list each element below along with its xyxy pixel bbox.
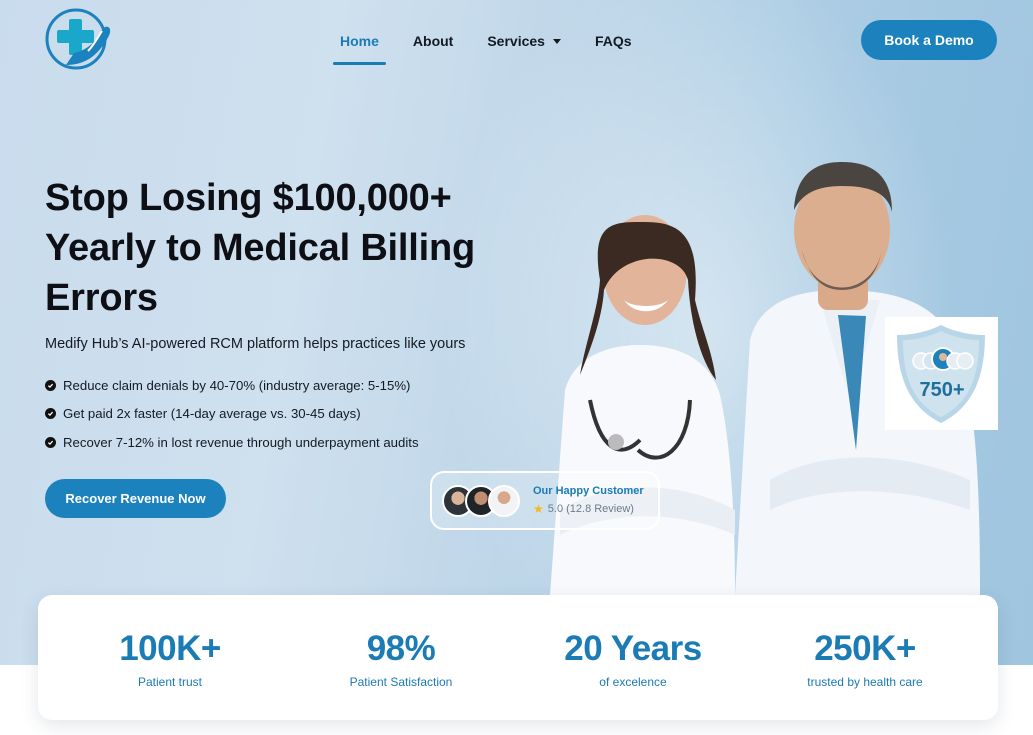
stat-value: 250K+	[814, 629, 916, 668]
stat-label: of excelence	[599, 675, 667, 689]
stat-patient-satisfaction: 98% Patient Satisfaction	[326, 595, 476, 689]
chevron-down-icon	[552, 39, 561, 44]
stat-value: 98%	[366, 629, 436, 668]
benefit-item: Reduce claim denials by 40-70% (industry…	[45, 371, 419, 400]
hero-subhead: Medify Hub’s AI-powered RCM platform hel…	[45, 336, 466, 352]
recover-revenue-button[interactable]: Recover Revenue Now	[45, 479, 226, 518]
avatar	[488, 484, 520, 517]
nav-services-label: Services	[487, 33, 545, 49]
stat-label: trusted by health care	[807, 675, 923, 689]
stats-card: 100K+ Patient trust 98% Patient Satisfac…	[38, 595, 998, 720]
badge-value: 750+	[919, 379, 964, 401]
check-circle-icon	[45, 436, 56, 448]
check-circle-icon	[45, 408, 56, 420]
nav-home[interactable]: Home	[333, 30, 386, 65]
benefit-item: Recover 7-12% in lost revenue through un…	[45, 428, 419, 457]
star-icon: ★	[533, 502, 544, 516]
happy-customer-title: Our Happy Customer	[533, 485, 644, 497]
hero-headline: Stop Losing $100,000+ Yearly to Medical …	[45, 177, 476, 319]
happy-customer-card: Our Happy Customer ★ 5.0 (12.8 Review)	[430, 471, 660, 530]
stat-trusted: 250K+ trusted by health care	[790, 595, 940, 689]
stat-patient-trust: 100K+ Patient trust	[100, 595, 240, 689]
hero-section: Home About Services FAQs Book a Demo Sto…	[0, 0, 1033, 665]
stat-years: 20 Years of excelence	[553, 595, 713, 689]
medical-cross-hand-logo-icon[interactable]	[44, 7, 114, 71]
nav-faqs[interactable]: FAQs	[595, 30, 632, 52]
benefit-text: Recover 7-12% in lost revenue through un…	[63, 434, 419, 450]
benefit-list: Reduce claim denials by 40-70% (industry…	[45, 371, 419, 457]
customer-rating: ★ 5.0 (12.8 Review)	[533, 502, 644, 516]
stat-label: Patient Satisfaction	[349, 675, 453, 689]
benefit-item: Get paid 2x faster (14-day average vs. 3…	[45, 400, 419, 429]
book-demo-button[interactable]: Book a Demo	[861, 20, 997, 60]
rating-text: 5.0 (12.8 Review)	[547, 503, 634, 515]
customer-avatars	[442, 484, 520, 517]
check-circle-icon	[45, 379, 56, 391]
nav-services[interactable]: Services	[487, 30, 561, 52]
stat-value: 20 Years	[564, 629, 702, 668]
stat-value: 100K+	[119, 629, 221, 668]
shield-badge-750: 750+	[885, 317, 998, 430]
nav-about[interactable]: About	[413, 30, 453, 52]
benefit-text: Get paid 2x faster (14-day average vs. 3…	[63, 406, 361, 422]
stat-label: Patient trust	[137, 675, 203, 689]
benefit-text: Reduce claim denials by 40-70% (industry…	[63, 377, 411, 393]
main-nav: Home About Services FAQs	[333, 30, 666, 65]
